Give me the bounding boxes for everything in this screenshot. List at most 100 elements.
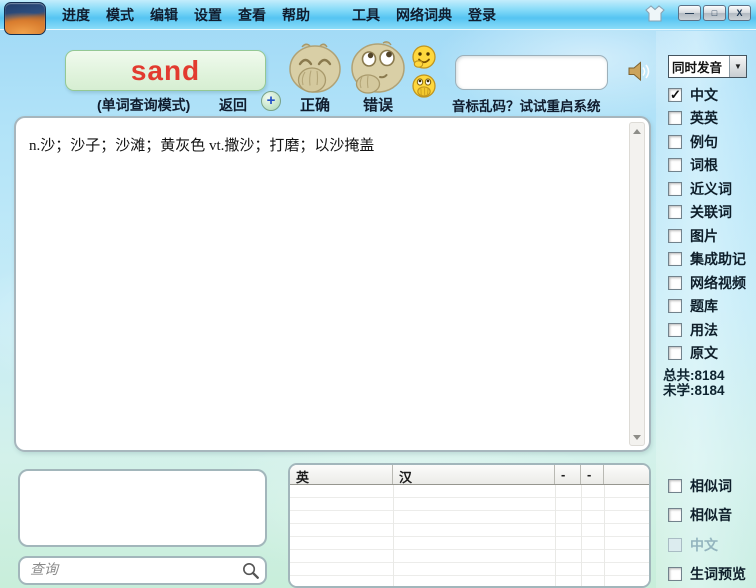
wrong-button-label: 错误 (362, 97, 393, 114)
titlebar: 进度 模式 编辑 设置 查看 帮助 工具 网络词典 登录 — □ X (0, 0, 756, 35)
display-options-list: 中文 英英 例句 词根 近义词 关联词 (668, 86, 746, 362)
table-column-header[interactable] (604, 465, 649, 484)
menu-item[interactable]: 工具 (344, 5, 388, 25)
checkbox-icon (668, 228, 682, 243)
app-window: 进度 模式 编辑 设置 查看 帮助 工具 网络词典 登录 — □ X sand (单词查询模式)… (0, 0, 756, 588)
unlearned-count: 未学:8184 (663, 383, 725, 398)
word-count-stats: 总共:8184 未学:8184 (663, 368, 725, 398)
checkbox-icon (668, 537, 682, 552)
checkbox-icon (668, 508, 682, 522)
display-option-label: 图片 (690, 227, 718, 244)
checkbox-icon (668, 134, 682, 149)
display-option-row[interactable]: 网络视频 (668, 274, 746, 291)
search-input[interactable] (18, 556, 267, 585)
menu-item[interactable]: 登录 (460, 5, 504, 25)
total-count: 总共:8184 (663, 368, 725, 383)
word-display-box: sand (65, 50, 266, 91)
table-column-header[interactable]: 英 (290, 465, 393, 484)
display-option-label: 用法 (690, 321, 718, 338)
display-option-row[interactable]: 原文 (668, 345, 746, 362)
display-option-row[interactable]: 集成助记 (668, 251, 746, 268)
display-option-row[interactable]: 近义词 (668, 180, 746, 197)
checkbox-icon (668, 346, 682, 360)
display-option-row[interactable]: 题库 (668, 298, 746, 315)
display-option-row[interactable]: 例句 (668, 133, 746, 150)
display-option-row[interactable]: 用法 (668, 321, 746, 338)
current-word: sand (130, 54, 201, 86)
add-word-button[interactable]: + (261, 91, 281, 111)
match-option-label: 生词预览 (690, 566, 746, 582)
display-option-row[interactable]: 词根 (668, 157, 746, 174)
match-option-row[interactable]: 中文 (668, 536, 746, 553)
definition-panel: n.沙；沙子；沙滩；黄灰色 vt.撒沙；打磨；以沙掩盖 (14, 116, 651, 452)
scroll-down-icon[interactable] (630, 430, 644, 444)
table-column-header[interactable]: - (581, 465, 604, 484)
back-button[interactable]: 返回 (219, 95, 247, 115)
display-option-label: 中文 (690, 86, 718, 103)
display-option-label: 原文 (690, 345, 718, 361)
app-logo-icon (4, 2, 46, 35)
display-option-label: 英英 (690, 110, 718, 126)
match-option-label: 相似词 (690, 477, 732, 494)
display-option-label: 网络视频 (690, 274, 746, 291)
correct-button[interactable] (287, 42, 343, 99)
speaker-icon[interactable] (626, 58, 653, 90)
match-option-row[interactable]: 生词预览 (668, 566, 746, 583)
definition-scrollbar[interactable] (629, 122, 645, 446)
checkbox-icon (668, 87, 682, 103)
maximize-button[interactable]: □ (703, 5, 726, 21)
checkbox-icon (668, 158, 682, 172)
word-note-box (18, 469, 267, 547)
menu-item[interactable]: 模式 (98, 5, 142, 25)
checkbox-icon (668, 205, 682, 219)
wordlist-table-header: 英汉-- (290, 465, 649, 485)
checkbox-icon (668, 275, 682, 290)
menu-bar: 进度 模式 编辑 设置 查看 帮助 工具 网络词典 登录 (54, 0, 504, 30)
menu-item[interactable]: 帮助 (274, 5, 318, 25)
scroll-up-icon[interactable] (630, 124, 644, 138)
close-button[interactable]: X (728, 5, 751, 21)
match-option-row[interactable]: 相似词 (668, 477, 746, 494)
match-options-list: 相似词 相似音 中文 生词预览 (668, 477, 746, 583)
wordlist-table-body (290, 485, 649, 586)
minimize-button[interactable]: — (678, 5, 701, 21)
shush-emoticon-icon (410, 72, 438, 105)
menu-item[interactable]: 进度 (54, 5, 98, 25)
wordlist-table: 英汉-- (288, 463, 651, 588)
checkbox-icon (668, 252, 682, 266)
table-column-header[interactable]: 汉 (393, 465, 555, 484)
checkbox-icon (668, 322, 682, 337)
display-option-row[interactable]: 关联词 (668, 204, 746, 221)
checkbox-icon (668, 299, 682, 313)
search-icon[interactable] (241, 561, 260, 585)
display-option-row[interactable]: 中文 (668, 86, 746, 103)
table-column-header[interactable]: - (555, 465, 581, 484)
checkbox-icon (668, 111, 682, 125)
match-option-label: 中文 (690, 536, 718, 553)
menu-item[interactable]: 网络词典 (388, 5, 460, 25)
pronounce-mode-value: 同时发音 (672, 61, 723, 75)
menu-item[interactable]: 设置 (186, 5, 230, 25)
display-option-label: 词根 (690, 157, 718, 173)
display-option-label: 近义词 (690, 180, 732, 197)
match-option-label: 相似音 (690, 507, 732, 523)
answer-input[interactable] (455, 55, 608, 90)
definition-text: n.沙；沙子；沙滩；黄灰色 vt.撒沙；打磨；以沙掩盖 (29, 138, 375, 154)
display-option-row[interactable]: 英英 (668, 110, 746, 127)
display-option-row[interactable]: 图片 (668, 227, 746, 244)
chevron-down-icon: ▼ (729, 56, 746, 77)
checkbox-icon (668, 478, 682, 493)
window-controls: — □ X (644, 4, 751, 22)
correct-button-label: 正确 (299, 97, 330, 114)
skin-shirt-icon[interactable] (644, 4, 666, 22)
menu-item[interactable]: 编辑 (142, 5, 186, 25)
display-option-label: 关联词 (690, 204, 732, 220)
display-option-label: 例句 (690, 133, 718, 150)
checkbox-icon (668, 181, 682, 196)
phonetic-tip-label: 音标乱码？试试重启系统 (452, 99, 601, 114)
wrong-button[interactable] (349, 40, 407, 99)
menu-item[interactable]: 查看 (230, 5, 274, 25)
checkbox-icon (668, 567, 682, 581)
pronounce-mode-dropdown[interactable]: 同时发音 ▼ (668, 55, 747, 78)
match-option-row[interactable]: 相似音 (668, 507, 746, 524)
